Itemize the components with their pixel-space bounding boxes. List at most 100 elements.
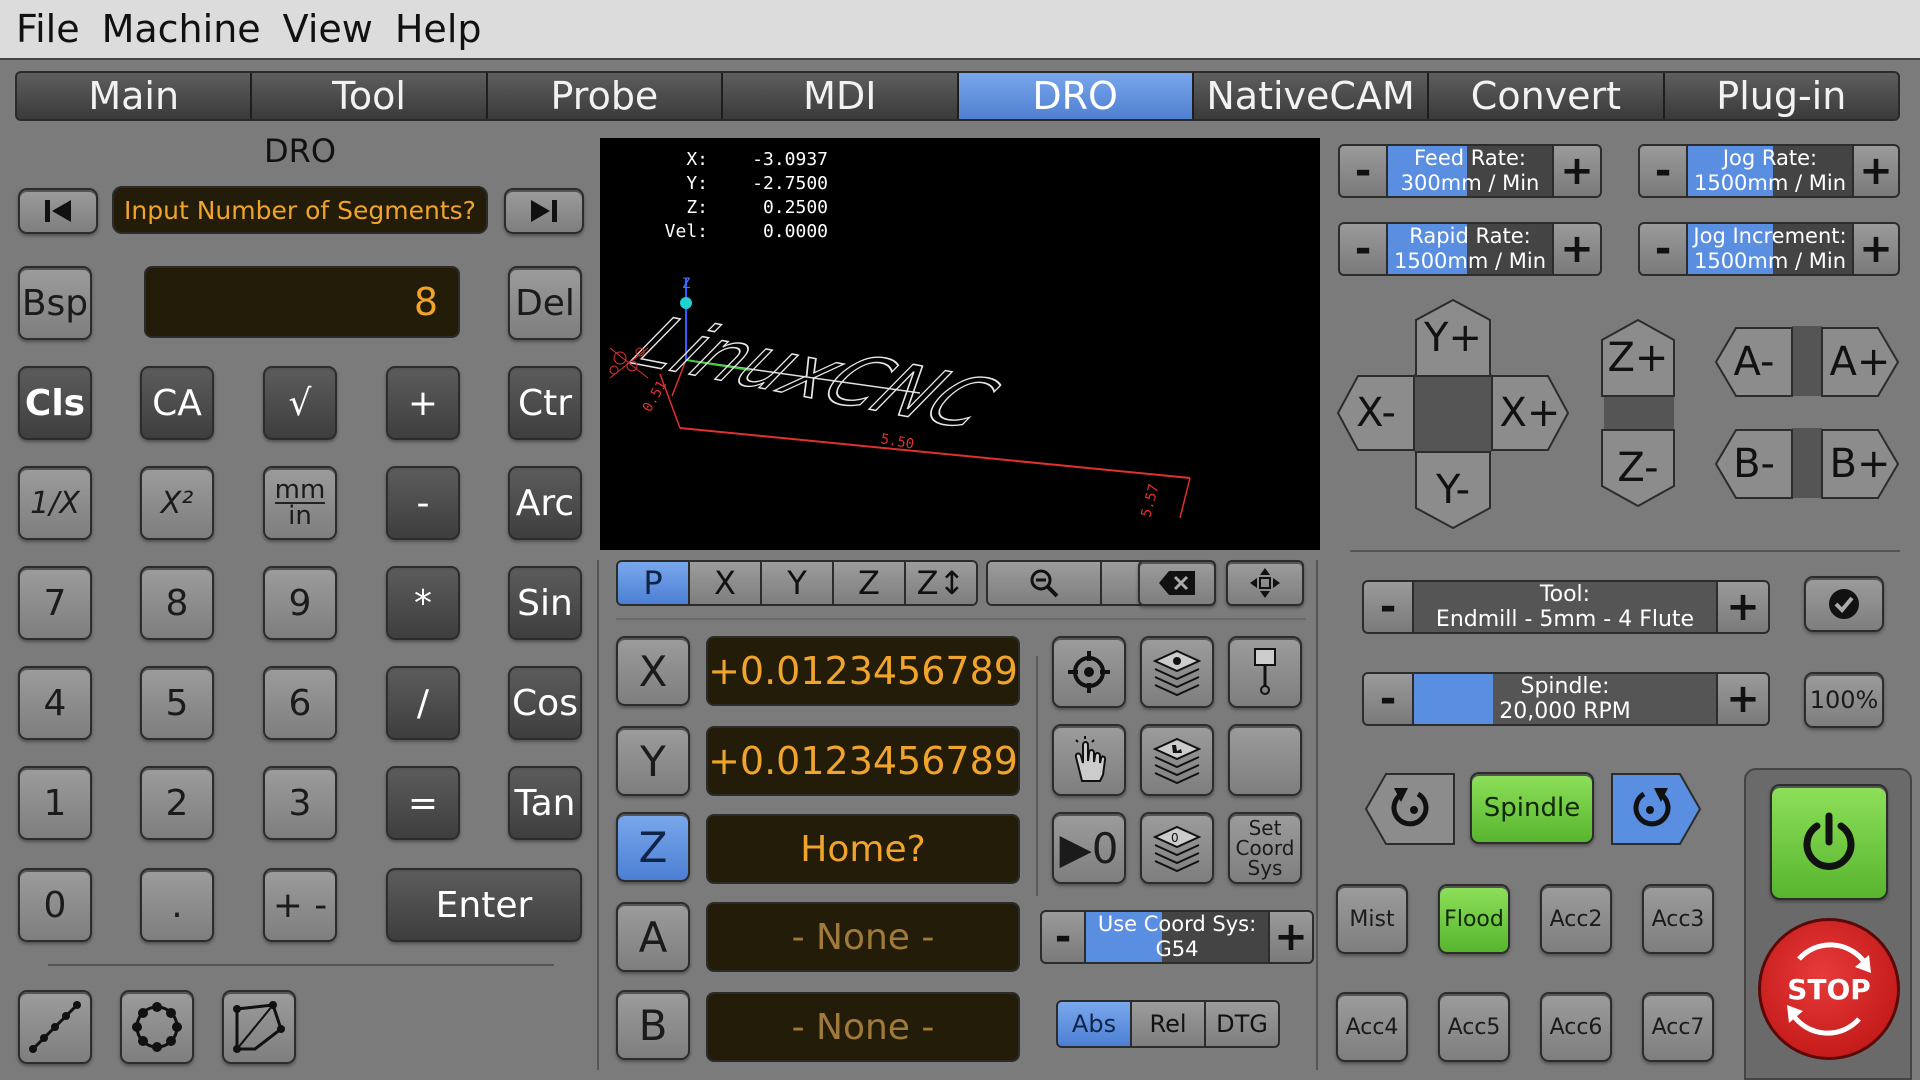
axis-b-readout[interactable]: - None - xyxy=(706,992,1020,1062)
divide-button[interactable]: / xyxy=(386,666,460,740)
mode-rel-button[interactable]: Rel xyxy=(1132,1002,1206,1046)
blank-button[interactable] xyxy=(1228,724,1302,796)
reciprocal-button[interactable]: 1/X xyxy=(18,466,92,540)
prev-segment-button[interactable] xyxy=(18,188,98,234)
jog-z-minus-button[interactable]: Z- xyxy=(1600,428,1676,508)
view-p-button[interactable]: P xyxy=(618,562,690,604)
add-button[interactable]: + xyxy=(386,366,460,440)
mm-inch-button[interactable]: mm in xyxy=(263,466,337,540)
clear-all-button[interactable]: CA xyxy=(140,366,214,440)
key-2[interactable]: 2 xyxy=(140,766,214,840)
tab-probe[interactable]: Probe xyxy=(487,73,724,119)
jog-y-minus-button[interactable]: Y- xyxy=(1414,450,1492,530)
acc3-button[interactable]: Acc3 xyxy=(1642,884,1714,954)
key-3[interactable]: 3 xyxy=(263,766,337,840)
spindle-start-button[interactable]: Spindle xyxy=(1470,772,1594,844)
feed-rate-bar[interactable]: Feed Rate: 300mm / Min xyxy=(1386,144,1554,198)
tool-bar[interactable]: Tool: Endmill - 5mm - 4 Flute xyxy=(1412,580,1718,634)
tool-touch-button[interactable] xyxy=(1228,636,1302,708)
tool-confirm-button[interactable] xyxy=(1804,576,1884,632)
axis-a-button[interactable]: A xyxy=(616,902,690,972)
key-7[interactable]: 7 xyxy=(18,566,92,640)
jog-b-plus-button[interactable]: B+ xyxy=(1820,428,1900,500)
key-8[interactable]: 8 xyxy=(140,566,214,640)
view-z-button[interactable]: Z xyxy=(834,562,906,604)
manual-touch-button[interactable] xyxy=(1052,724,1126,796)
zero-layer-hand-button[interactable] xyxy=(1140,724,1214,796)
sqrt-button[interactable]: √ xyxy=(263,366,337,440)
jog-a-minus-button[interactable]: A- xyxy=(1714,326,1794,398)
axis-x-button[interactable]: X xyxy=(616,636,690,706)
jog-inc-minus-button[interactable]: - xyxy=(1638,222,1688,276)
delete-button[interactable]: Del xyxy=(508,266,582,340)
jog-inc-bar[interactable]: Jog Increment: 1500mm / Min xyxy=(1686,222,1854,276)
spindle-ccw-button[interactable] xyxy=(1364,772,1456,846)
spindle-100-button[interactable]: 100% xyxy=(1804,672,1884,728)
key-0[interactable]: 0 xyxy=(18,868,92,942)
ctr-button[interactable]: Ctr xyxy=(508,366,582,440)
bolt-circle-button[interactable] xyxy=(120,990,194,1064)
plus-minus-button[interactable]: + - xyxy=(263,868,337,942)
tab-dro[interactable]: DRO xyxy=(958,73,1194,119)
coord-sys-minus-button[interactable]: - xyxy=(1040,910,1086,964)
acc2-button[interactable]: Acc2 xyxy=(1540,884,1612,954)
jog-b-minus-button[interactable]: B- xyxy=(1714,428,1794,500)
tool-minus-button[interactable]: - xyxy=(1362,580,1414,634)
jog-x-minus-button[interactable]: X- xyxy=(1336,374,1416,452)
line-segment-button[interactable] xyxy=(18,990,92,1064)
spindle-bar[interactable]: Spindle: 20,000 RPM xyxy=(1412,672,1718,726)
acc7-button[interactable]: Acc7 xyxy=(1642,992,1714,1062)
acc6-button[interactable]: Acc6 xyxy=(1540,992,1612,1062)
estop-button[interactable]: STOP xyxy=(1758,918,1900,1060)
view-z2-button[interactable]: Z↕ xyxy=(906,562,976,604)
subtract-button[interactable]: - xyxy=(386,466,460,540)
axis-y-readout[interactable]: +0.0123456789 xyxy=(706,726,1020,796)
acc4-button[interactable]: Acc4 xyxy=(1336,992,1408,1062)
flood-button[interactable]: Flood xyxy=(1438,884,1510,954)
gcode-preview[interactable]: X: -3.0937 Y: -2.7500 Z: 0.2500 Vel: 0.0000 … xyxy=(600,138,1320,550)
mist-button[interactable]: Mist xyxy=(1336,884,1408,954)
axis-x-readout[interactable]: +0.0123456789 xyxy=(706,636,1020,706)
spindle-minus-button[interactable]: - xyxy=(1362,672,1414,726)
tab-mdi[interactable]: MDI xyxy=(723,73,959,119)
clear-screen-button[interactable]: Cls xyxy=(18,366,92,440)
axis-b-button[interactable]: B xyxy=(616,990,690,1060)
pan-button[interactable] xyxy=(1226,560,1304,606)
jog-inc-plus-button[interactable]: + xyxy=(1852,222,1900,276)
clear-plot-button[interactable] xyxy=(1138,560,1216,606)
backspace-button[interactable]: Bsp xyxy=(18,266,92,340)
square-button[interactable]: X² xyxy=(140,466,214,540)
coord-sys-plus-button[interactable]: + xyxy=(1268,910,1314,964)
axis-y-button[interactable]: Y xyxy=(616,726,690,796)
menu-file[interactable]: File xyxy=(16,7,80,51)
equals-button[interactable]: = xyxy=(386,766,460,840)
axis-z-readout[interactable]: Home? xyxy=(706,814,1020,884)
key-9[interactable]: 9 xyxy=(263,566,337,640)
feed-rate-minus-button[interactable]: - xyxy=(1338,144,1388,198)
set-coord-sys-button[interactable]: Set Coord Sys xyxy=(1228,812,1302,884)
rapid-rate-plus-button[interactable]: + xyxy=(1552,222,1602,276)
jog-a-plus-button[interactable]: A+ xyxy=(1820,326,1900,398)
tool-plus-button[interactable]: + xyxy=(1716,580,1770,634)
acc5-button[interactable]: Acc5 xyxy=(1438,992,1510,1062)
zero-layer-button[interactable]: 0 xyxy=(1140,812,1214,884)
tan-button[interactable]: Tan xyxy=(508,766,582,840)
axis-z-button[interactable]: Z xyxy=(616,812,690,882)
view-y-button[interactable]: Y xyxy=(762,562,834,604)
rapid-rate-minus-button[interactable]: - xyxy=(1338,222,1388,276)
tab-main[interactable]: Main xyxy=(17,73,253,119)
menu-help[interactable]: Help xyxy=(395,7,482,51)
zero-axis-button[interactable]: ▶0 xyxy=(1052,812,1126,884)
jog-x-plus-button[interactable]: X+ xyxy=(1490,374,1570,452)
mode-dtg-button[interactable]: DTG xyxy=(1206,1002,1278,1046)
zero-all-layers-button[interactable] xyxy=(1140,636,1214,708)
zoom-out-button[interactable] xyxy=(988,562,1102,604)
jog-rate-plus-button[interactable]: + xyxy=(1852,144,1900,198)
polygon-button[interactable] xyxy=(222,990,296,1064)
spindle-plus-button[interactable]: + xyxy=(1716,672,1770,726)
cos-button[interactable]: Cos xyxy=(508,666,582,740)
tab-tool[interactable]: Tool xyxy=(252,73,488,119)
jog-rate-minus-button[interactable]: - xyxy=(1638,144,1688,198)
key-5[interactable]: 5 xyxy=(140,666,214,740)
arc-button[interactable]: Arc xyxy=(508,466,582,540)
